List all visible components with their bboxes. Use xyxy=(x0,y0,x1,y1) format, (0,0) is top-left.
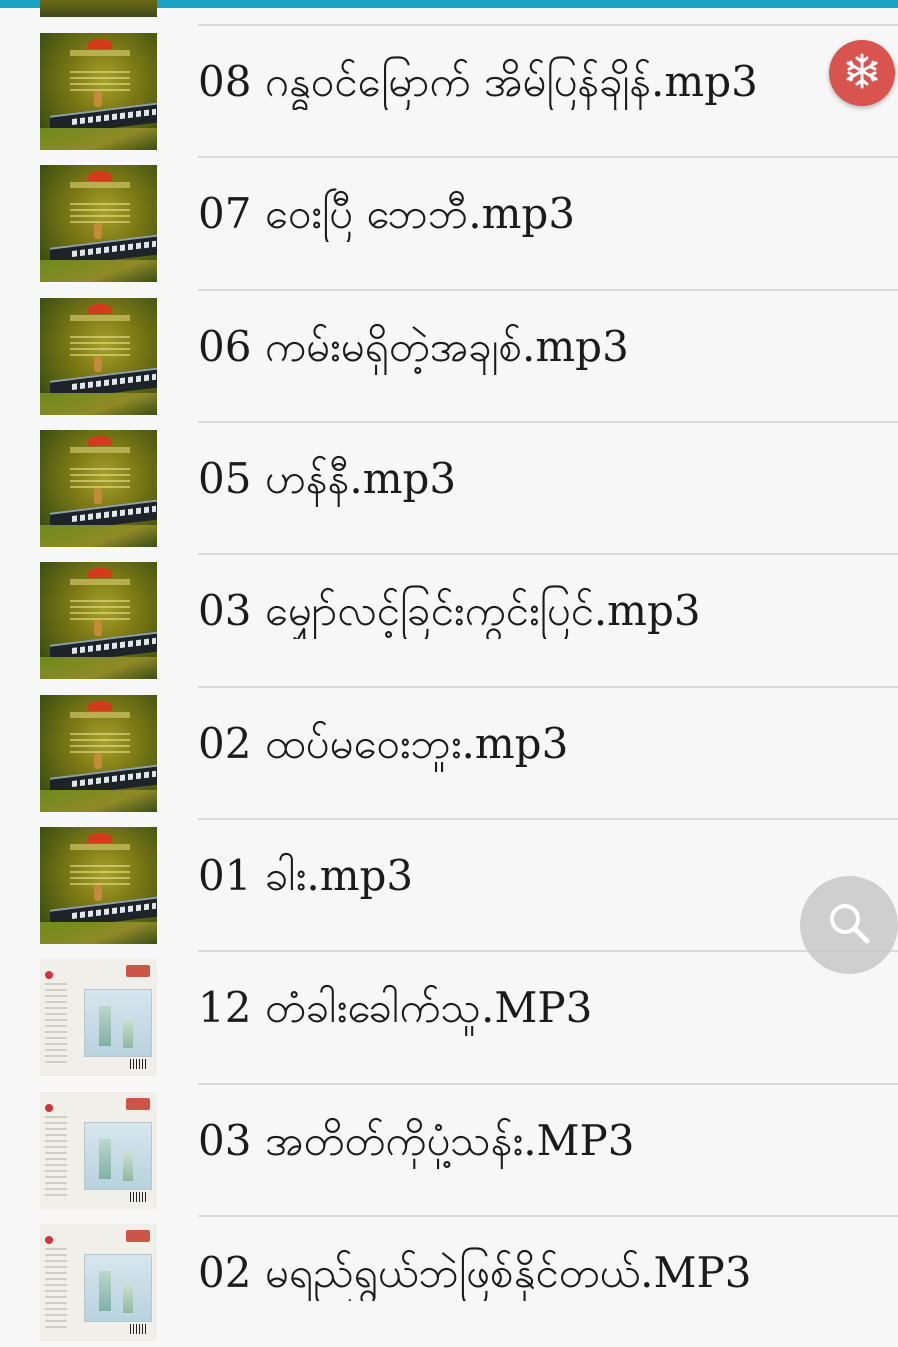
divider xyxy=(198,950,898,952)
album-thumbnail xyxy=(40,33,157,150)
divider xyxy=(198,24,898,26)
album-thumbnail xyxy=(40,298,157,415)
track-title: 03 မျှော်လင့်ခြင်းကွင်းပြင်.mp3 xyxy=(198,586,701,635)
freeze-button[interactable] xyxy=(829,40,895,106)
snowflake-icon xyxy=(842,51,882,95)
track-title: 08 ဂန္ဓဝင်မြောက် အိမ်ပြန်ချိန်.mp3 xyxy=(198,57,758,106)
track-row[interactable]: 06 ကမ်းမရှိတဲ့အချစ်.mp3 xyxy=(0,289,898,421)
track-title: 05 ဟန်နီ.mp3 xyxy=(198,454,457,503)
track-row[interactable]: 03 အတိတ်ကိုပုံ့သန်း.MP3 xyxy=(0,1083,898,1215)
track-row[interactable]: 01 ခါး.mp3 xyxy=(0,818,898,950)
divider xyxy=(198,421,898,423)
album-thumbnail xyxy=(40,430,157,547)
divider xyxy=(198,553,898,555)
search-icon xyxy=(824,898,874,952)
album-thumbnail xyxy=(40,959,157,1076)
track-row[interactable]: 02 မရည်ရွယ်ဘဲဖြစ်နိုင်တယ်.MP3 xyxy=(0,1215,898,1347)
album-thumbnail xyxy=(40,695,157,812)
album-thumbnail xyxy=(40,562,157,679)
album-thumbnail xyxy=(40,165,157,282)
track-title: 12 တံခါးခေါက်သူ.MP3 xyxy=(198,983,593,1032)
track-title: 06 ကမ်းမရှိတဲ့အချစ်.mp3 xyxy=(198,322,629,371)
divider xyxy=(198,289,898,291)
track-row[interactable]: 03 မျှော်လင့်ခြင်းကွင်းပြင်.mp3 xyxy=(0,553,898,685)
track-row[interactable]: 07 ဝေးပြီ ဘေဘီ.mp3 xyxy=(0,156,898,288)
track-row[interactable]: 12 တံခါးခေါက်သူ.MP3 xyxy=(0,950,898,1082)
divider xyxy=(198,1083,898,1085)
album-thumbnail xyxy=(40,1224,157,1341)
track-row[interactable]: 05 ဟန်နီ.mp3 xyxy=(0,421,898,553)
divider xyxy=(198,686,898,688)
album-thumbnail xyxy=(40,827,157,944)
divider xyxy=(198,1215,898,1217)
search-button[interactable] xyxy=(800,876,898,974)
album-thumbnail xyxy=(40,1092,157,1209)
track-title: 01 ခါး.mp3 xyxy=(198,851,414,900)
track-title: 02 ထပ်မဝေးဘူး.mp3 xyxy=(198,719,569,768)
track-title: 07 ဝေးပြီ ဘေဘီ.mp3 xyxy=(198,189,576,238)
partial-thumbnail xyxy=(40,0,157,17)
track-title: 02 မရည်ရွယ်ဘဲဖြစ်နိုင်တယ်.MP3 xyxy=(198,1248,752,1297)
divider xyxy=(198,818,898,820)
track-row[interactable]: 02 ထပ်မဝေးဘူး.mp3 xyxy=(0,686,898,818)
divider xyxy=(198,156,898,158)
track-row[interactable]: 08 ဂန္ဓဝင်မြောက် အိမ်ပြန်ချိန်.mp3 xyxy=(0,24,898,156)
track-title: 03 အတိတ်ကိုပုံ့သန်း.MP3 xyxy=(198,1116,635,1165)
